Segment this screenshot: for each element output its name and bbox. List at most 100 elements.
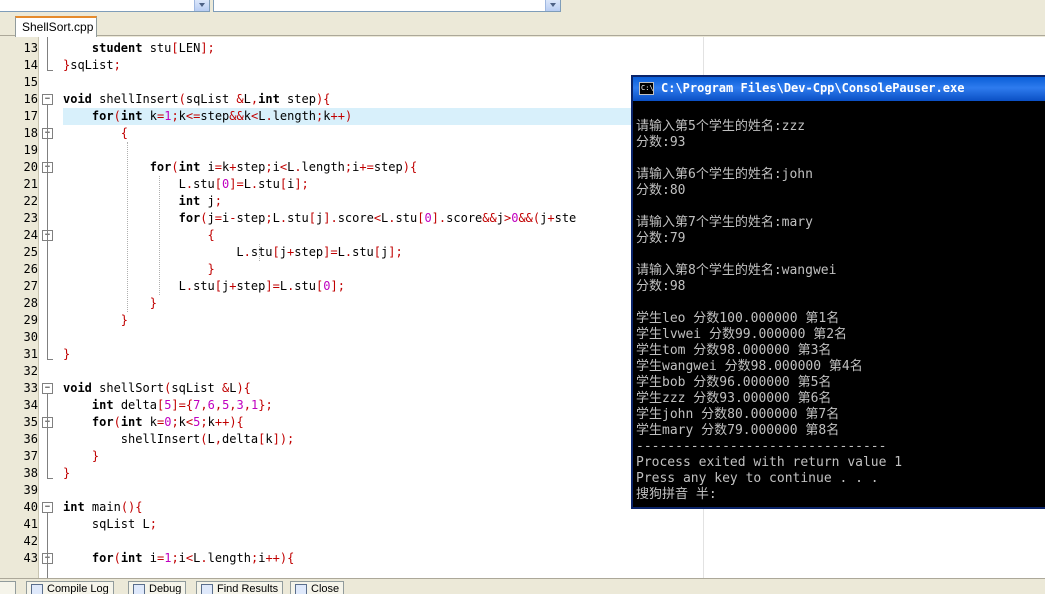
code-text: for(j=i-step;L.stu[j].score<L.stu[0].sco…	[178, 211, 577, 225]
indent-guide	[127, 142, 128, 312]
bottom-tab-compile-log[interactable]: Compile Log	[26, 581, 114, 594]
console-icon: C:\	[639, 82, 654, 95]
console-line: Process exited with return value 1	[636, 455, 903, 470]
line-number: 17	[23, 109, 38, 123]
line-number: 34	[23, 398, 38, 412]
console-line: 请输入第6个学生的姓名:john	[636, 167, 813, 182]
console-line: 学生mary 分数79.000000 第8名	[636, 423, 840, 438]
member-combo[interactable]	[213, 0, 561, 12]
fold-end-mark	[47, 70, 53, 71]
line-number: 30	[23, 330, 38, 344]
line-number: 35	[23, 415, 38, 429]
fold-end-mark	[47, 478, 53, 479]
bottom-tab-label: Close	[311, 583, 340, 594]
tab-shellsort-cpp[interactable]: ShellSort.cpp	[15, 16, 97, 37]
console-line: 分数:98	[636, 279, 686, 294]
editor-tab-strip: ShellSort.cpp	[0, 14, 1045, 37]
debug-icon	[133, 584, 145, 594]
line-number: 21	[23, 177, 38, 191]
console-line: 搜狗拼音 半:	[636, 487, 717, 502]
code-text: }	[63, 347, 71, 361]
code-line[interactable]: 14 }sqList;	[0, 57, 1045, 74]
bottom-tab-find-results[interactable]: Find Results	[196, 581, 284, 594]
fold-range-line	[47, 394, 48, 479]
line-number: 25	[23, 245, 38, 259]
console-window[interactable]: C:\ C:\Program Files\Dev-Cpp\ConsolePaus…	[631, 75, 1045, 509]
chevron-down-icon[interactable]	[545, 0, 560, 11]
code-text: }	[91, 449, 100, 463]
line-number: 29	[23, 313, 38, 327]
fold-range-line	[47, 513, 48, 578]
code-text: }sqList;	[63, 58, 121, 72]
console-line: 请输入第8个学生的姓名:wangwei	[636, 263, 837, 278]
line-number: 32	[23, 364, 38, 378]
find-results-icon	[201, 584, 213, 594]
fold-range-line	[47, 37, 48, 70]
line-number: 26	[23, 262, 38, 276]
fold-toggle-icon[interactable]: −	[42, 502, 53, 513]
fold-end-mark	[47, 359, 53, 360]
console-title: C:\Program Files\Dev-Cpp\ConsolePauser.e…	[661, 81, 965, 95]
line-number: 40	[23, 500, 38, 514]
code-text: shellInsert(L,delta[k]);	[63, 432, 295, 446]
bottom-tab-label: Find Results	[217, 583, 279, 594]
class-combo[interactable]	[0, 0, 210, 12]
line-number: 39	[23, 483, 38, 497]
code-text: }	[120, 313, 129, 327]
code-line[interactable]: 43 for(int i=1;i<L.length;i++){	[0, 550, 1045, 567]
code-line[interactable]: 13 student stu[LEN];	[0, 40, 1045, 57]
console-line: 请输入第5个学生的姓名:zzz	[636, 119, 806, 134]
line-number: 16	[23, 92, 38, 106]
console-line: Press any key to continue . . .	[636, 471, 879, 486]
indent-guide	[259, 244, 260, 261]
console-line: --------------------------------	[636, 439, 887, 454]
line-number: 42	[23, 534, 38, 548]
bottom-tab-label: Compile Log	[47, 583, 109, 594]
bottom-tab-close[interactable]: Close	[290, 581, 345, 594]
code-text: int main(){	[63, 500, 143, 514]
code-line[interactable]: 41 sqList L;	[0, 516, 1045, 533]
fold-toggle-icon[interactable]: −	[42, 94, 53, 105]
chevron-down-icon[interactable]	[194, 0, 209, 11]
console-line: 学生tom 分数98.000000 第3名	[636, 343, 832, 358]
console-line: 学生john 分数80.000000 第7名	[636, 407, 840, 422]
code-text: {	[207, 228, 215, 242]
bottom-panel-tabs: Compile Log Debug Find Results Close	[0, 578, 1045, 594]
code-text: L.stu[j+step]=L.stu[j];	[63, 245, 403, 259]
console-line: 分数:79	[636, 231, 686, 246]
code-text: void shellSort(sqList &L){	[63, 381, 251, 395]
line-number: 18	[23, 126, 38, 140]
code-text: }	[149, 296, 157, 310]
line-number: 38	[23, 466, 38, 480]
line-number: 37	[23, 449, 38, 463]
line-number: 36	[23, 432, 38, 446]
bottom-tab-debug[interactable]: Debug	[128, 581, 187, 594]
line-number: 41	[23, 517, 38, 531]
code-text: }	[207, 262, 215, 276]
line-number: 33	[23, 381, 38, 395]
console-line: 分数:80	[636, 183, 686, 198]
code-line[interactable]: 42	[0, 533, 1045, 550]
console-line: 请输入第7个学生的姓名:mary	[636, 215, 813, 230]
code-text: student stu[LEN];	[91, 41, 215, 55]
line-number: 24	[23, 228, 38, 242]
code-text: }	[63, 466, 71, 480]
console-line: 学生zzz 分数93.000000 第6名	[636, 391, 832, 406]
line-number: 13	[23, 41, 38, 55]
bottom-tab-compiler[interactable]	[0, 581, 16, 594]
compile-log-icon	[31, 584, 43, 594]
code-text: int j;	[178, 194, 222, 208]
fold-toggle-icon[interactable]: −	[42, 383, 53, 394]
line-number: 23	[23, 211, 38, 225]
code-text: for(int k=0;k<5;k++){	[91, 415, 244, 429]
line-number: 22	[23, 194, 38, 208]
line-number: 15	[23, 75, 38, 89]
console-line: 学生wangwei 分数98.000000 第4名	[636, 359, 863, 374]
code-text: {	[120, 126, 129, 140]
console-line: 学生leo 分数100.000000 第1名	[636, 311, 840, 326]
console-title-bar[interactable]: C:\ C:\Program Files\Dev-Cpp\ConsolePaus…	[633, 77, 1045, 101]
line-number: 14	[23, 58, 38, 72]
indent-guide	[159, 176, 160, 295]
console-line: 学生bob 分数96.000000 第5名	[636, 375, 832, 390]
code-text: for(int i=1;i<L.length;i++){	[91, 551, 295, 565]
